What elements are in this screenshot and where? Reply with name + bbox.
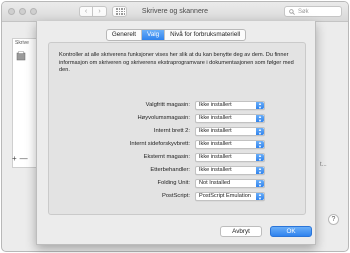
option-label: Etterbehandler: [150,167,190,173]
search-placeholder: Søk [298,8,309,15]
option-row: Folding Unit: Not Installed ▲ ▼ [49,179,307,189]
chevron-updown-icon: ▲ ▼ [256,102,264,109]
option-select[interactable]: Ikke installert ▲ ▼ [195,166,265,175]
options-panel: Kontroller at alle skriverens funksjoner… [48,42,306,215]
option-select[interactable]: Ikke installert ▲ ▼ [195,101,265,110]
option-select[interactable]: Ikke installert ▲ ▼ [195,127,265,136]
tab-group: Generelt Valg Nivå for forbruksmateriell [105,29,247,41]
option-label: Valgfritt magasin: [145,102,190,108]
option-row: Internt brett 2: Ikke installert ▲ ▼ [49,127,307,137]
option-value: Not Installed [199,180,231,186]
add-printer-button[interactable]: + [12,154,17,163]
option-value: Ikke installert [199,102,232,108]
search-icon [289,8,295,15]
option-row: Internt sideforskyvbrett: Ikke installer… [49,140,307,150]
option-row: Høyvolumsmagasin: Ikke installert ▲ ▼ [49,114,307,124]
option-row: Eksternt magasin: Ikke installert ▲ ▼ [49,153,307,163]
chevron-updown-icon: ▲ ▼ [256,115,264,122]
option-label: PostScript: [161,193,190,199]
option-select[interactable]: Ikke installert ▲ ▼ [195,153,265,162]
tab-bar: Generelt Valg Nivå for forbruksmateriell [37,29,315,41]
printer-options-sheet: Generelt Valg Nivå for forbruksmateriell… [36,21,316,245]
option-select[interactable]: Not Installed ▲ ▼ [195,179,265,188]
title-bar: ‹ › Skrivere og skannere Søk [2,2,348,22]
option-value: Ikke installert [199,154,232,160]
option-select[interactable]: PostScript Emulation ▲ ▼ [195,192,265,201]
add-remove-controls: + — [12,154,28,163]
chevron-updown-icon: ▲ ▼ [256,180,264,187]
search-field[interactable]: Søk [284,6,342,17]
option-label: Internt sideforskyvbrett: [129,141,190,147]
printer-icon[interactable] [16,51,38,61]
option-label: Folding Unit: [157,180,190,186]
tab-valg[interactable]: Valg [142,30,166,40]
option-value: Ikke installert [199,141,232,147]
tab-generelt[interactable]: Generelt [107,30,142,40]
chevron-updown-icon: ▲ ▼ [256,167,264,174]
help-button[interactable]: ? [328,214,339,225]
tab-forbruksmateriell[interactable]: Nivå for forbruksmateriell [165,30,245,40]
option-value: PostScript Emulation [199,193,251,199]
option-label: Internt brett 2: [153,128,190,134]
chevron-updown-icon: ▲ ▼ [256,154,264,161]
option-row: Valgfritt magasin: Ikke installert ▲ ▼ [49,101,307,111]
ok-button[interactable]: OK [270,226,312,237]
option-value: Ikke installert [199,115,232,121]
option-select[interactable]: Ikke installert ▲ ▼ [195,140,265,149]
option-label: Høyvolumsmagasin: [137,115,190,121]
option-select[interactable]: Ikke installert ▲ ▼ [195,114,265,123]
option-value: Ikke installert [199,128,232,134]
chevron-updown-icon: ▲ ▼ [256,193,264,200]
options-description: Kontroller at alle skriverens funksjoner… [59,52,294,73]
option-value: Ikke installert [199,167,232,173]
remove-printer-button[interactable]: — [20,154,28,163]
chevron-updown-icon: ▲ ▼ [256,128,264,135]
chevron-updown-icon: ▲ ▼ [256,141,264,148]
cancel-button[interactable]: Avbryt [220,226,262,237]
option-label: Eksternt magasin: [143,154,190,160]
truncated-button-text: t... [320,162,327,168]
option-row: Etterbehandler: Ikke installert ▲ ▼ [49,166,307,176]
option-row: PostScript: PostScript Emulation ▲ ▼ [49,192,307,202]
